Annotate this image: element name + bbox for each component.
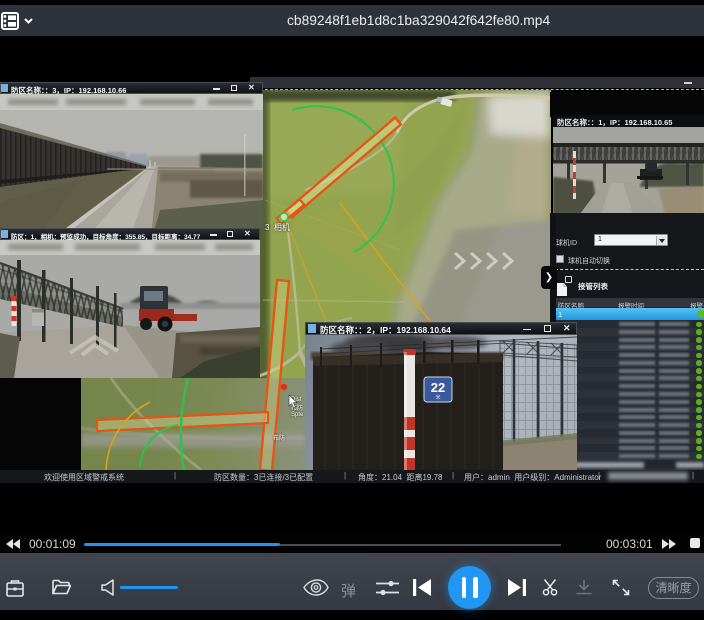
svg-text:22: 22 xyxy=(431,380,445,395)
svg-text:米: 米 xyxy=(435,394,440,401)
